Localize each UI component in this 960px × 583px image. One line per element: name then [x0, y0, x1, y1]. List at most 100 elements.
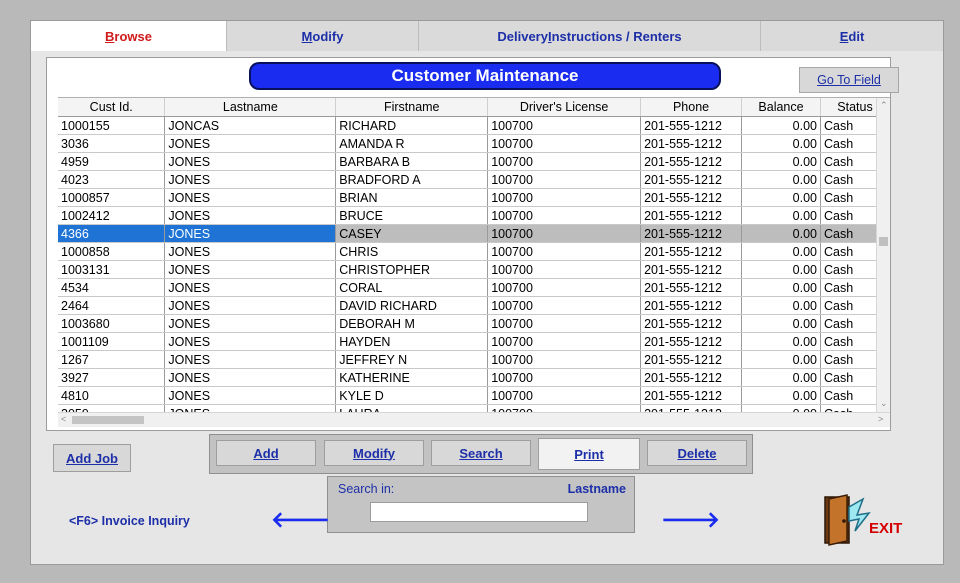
tab-modify[interactable]: Modify	[227, 21, 419, 51]
table-cell[interactable]: 201-555-1212	[640, 278, 743, 297]
search-input[interactable]	[370, 502, 588, 522]
table-cell[interactable]: 4023	[58, 170, 166, 189]
table-cell[interactable]: RICHARD	[335, 116, 489, 135]
table-cell[interactable]: JONES	[164, 134, 337, 153]
table-cell[interactable]: 1000858	[58, 242, 166, 261]
table-cell[interactable]: 100700	[487, 134, 642, 153]
add-button[interactable]: Add	[216, 440, 316, 466]
table-cell[interactable]: 201-555-1212	[640, 188, 743, 207]
table-cell[interactable]: 201-555-1212	[640, 116, 743, 135]
column-header[interactable]: Firstname	[335, 98, 489, 117]
table-cell[interactable]: 0.00	[741, 134, 821, 153]
table-cell[interactable]: 0.00	[741, 152, 821, 171]
table-cell[interactable]: 4810	[58, 386, 166, 405]
table-cell[interactable]: CORAL	[335, 278, 489, 297]
table-cell[interactable]: JONES	[164, 296, 337, 315]
table-cell[interactable]: 201-555-1212	[640, 170, 743, 189]
arrow-right-icon[interactable]: 🡒	[661, 507, 720, 533]
scroll-left-icon[interactable]: <	[61, 414, 66, 424]
table-row[interactable]: 4023 JONES BRADFORD A 100700 201-555-1212 0.0…	[58, 170, 890, 189]
table-cell[interactable]: JONES	[164, 152, 337, 171]
column-header[interactable]: Lastname	[164, 98, 337, 117]
table-cell[interactable]: 100700	[487, 386, 642, 405]
modify-button[interactable]: Modify	[324, 440, 424, 466]
table-cell[interactable]: JONES	[164, 224, 337, 243]
scroll-right-icon[interactable]: >	[878, 414, 883, 424]
table-cell[interactable]: 100700	[487, 350, 642, 369]
table-cell[interactable]: JONES	[164, 386, 337, 405]
table-cell[interactable]: 201-555-1212	[640, 332, 743, 351]
table-cell[interactable]: JEFFREY N	[335, 350, 489, 369]
table-row[interactable]: 1267 JONES JEFFREY N 100700 201-555-1212 0.00…	[58, 350, 890, 369]
table-row[interactable]: 1000858 JONES CHRIS 100700 201-555-1212 0.00 C…	[58, 242, 890, 261]
table-cell[interactable]: 0.00	[741, 278, 821, 297]
table-cell[interactable]: JONCAS	[164, 116, 337, 135]
table-row[interactable]: 4534 JONES CORAL 100700 201-555-1212 0.00 Cash	[58, 278, 890, 297]
tab-browse[interactable]: Browse	[31, 21, 227, 51]
table-cell[interactable]: BRUCE	[335, 206, 489, 225]
table-cell[interactable]: 201-555-1212	[640, 368, 743, 387]
table-cell[interactable]: 1000857	[58, 188, 166, 207]
table-cell[interactable]: CASEY	[335, 224, 489, 243]
horizontal-scroll-thumb[interactable]	[72, 416, 144, 424]
table-cell[interactable]: 0.00	[741, 260, 821, 279]
table-cell[interactable]: 4366	[58, 224, 166, 243]
table-cell[interactable]: KATHERINE	[335, 368, 489, 387]
table-cell[interactable]: DEBORAH M	[335, 314, 489, 333]
table-cell[interactable]: 0.00	[741, 332, 821, 351]
table-cell[interactable]: AMANDA R	[335, 134, 489, 153]
table-cell[interactable]: KYLE D	[335, 386, 489, 405]
table-cell[interactable]: 3927	[58, 368, 166, 387]
table-cell[interactable]: 0.00	[741, 350, 821, 369]
table-row[interactable]: 4366 JONES CASEY 100700 201-555-1212 0.00 Cash	[58, 224, 890, 243]
table-cell[interactable]: 100700	[487, 242, 642, 261]
table-cell[interactable]: 4534	[58, 278, 166, 297]
scroll-down-icon[interactable]: ⌄	[880, 398, 888, 409]
table-cell[interactable]: JONES	[164, 368, 337, 387]
horizontal-scrollbar[interactable]: < >	[58, 412, 890, 427]
table-row[interactable]: 2464 JONES DAVID RICHARD 100700 201-555-1212…	[58, 296, 890, 315]
table-row[interactable]: 1001109 JONES HAYDEN 100700 201-555-1212 0.00…	[58, 332, 890, 351]
table-cell[interactable]: JONES	[164, 206, 337, 225]
table-cell[interactable]: 2464	[58, 296, 166, 315]
table-cell[interactable]: 100700	[487, 116, 642, 135]
column-header[interactable]: Driver's License	[487, 98, 642, 117]
table-cell[interactable]: 100700	[487, 206, 642, 225]
table-cell[interactable]: HAYDEN	[335, 332, 489, 351]
table-cell[interactable]: 201-555-1212	[640, 134, 743, 153]
table-cell[interactable]: CHRIS	[335, 242, 489, 261]
column-header[interactable]: Balance	[741, 98, 821, 117]
table-cell[interactable]: 0.00	[741, 188, 821, 207]
table-cell[interactable]: 1003680	[58, 314, 166, 333]
table-cell[interactable]: JONES	[164, 314, 337, 333]
table-cell[interactable]: 1267	[58, 350, 166, 369]
table-cell[interactable]: JONES	[164, 350, 337, 369]
table-cell[interactable]: 0.00	[741, 224, 821, 243]
table-cell[interactable]: 201-555-1212	[640, 206, 743, 225]
scroll-up-icon[interactable]: ⌃	[880, 100, 888, 111]
table-cell[interactable]: 201-555-1212	[640, 242, 743, 261]
table-cell[interactable]: 201-555-1212	[640, 152, 743, 171]
tab-delivery-instructions[interactable]: Delivery Instructions / Renters	[419, 21, 761, 51]
table-row[interactable]: 3927 JONES KATHERINE 100700 201-555-1212 0.00…	[58, 368, 890, 387]
add-job-button[interactable]: Add Job	[53, 444, 131, 472]
table-cell[interactable]: JONES	[164, 332, 337, 351]
table-cell[interactable]: 100700	[487, 170, 642, 189]
table-cell[interactable]: 100700	[487, 260, 642, 279]
table-cell[interactable]: BARBARA B	[335, 152, 489, 171]
table-row[interactable]: 4810 JONES KYLE D 100700 201-555-1212 0.00 Cas…	[58, 386, 890, 405]
search-button[interactable]: Search	[431, 440, 531, 466]
table-cell[interactable]: BRADFORD A	[335, 170, 489, 189]
vertical-scroll-thumb[interactable]	[879, 237, 888, 246]
table-cell[interactable]: 201-555-1212	[640, 350, 743, 369]
table-cell[interactable]: 201-555-1212	[640, 314, 743, 333]
table-cell[interactable]: 201-555-1212	[640, 260, 743, 279]
table-row[interactable]: 1000155 JONCAS RICHARD 100700 201-555-1212 0.…	[58, 116, 890, 135]
table-cell[interactable]: 100700	[487, 152, 642, 171]
table-cell[interactable]: 4959	[58, 152, 166, 171]
table-cell[interactable]: 1003131	[58, 260, 166, 279]
table-cell[interactable]: JONES	[164, 278, 337, 297]
table-cell[interactable]: 201-555-1212	[640, 296, 743, 315]
vertical-scrollbar[interactable]: ⌃ ⌄	[876, 98, 890, 412]
table-cell[interactable]: 1001109	[58, 332, 166, 351]
